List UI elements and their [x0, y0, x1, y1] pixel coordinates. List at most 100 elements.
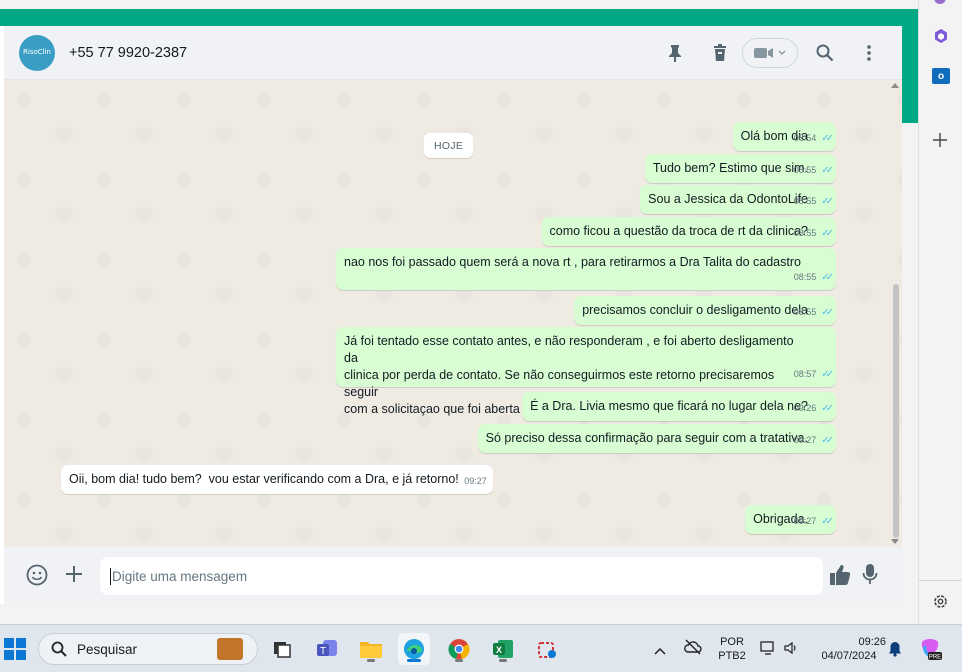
excel-icon[interactable]: X — [487, 633, 519, 665]
chevron-down-icon — [778, 50, 786, 55]
chrome-icon[interactable] — [443, 633, 475, 665]
network-icon[interactable] — [760, 640, 776, 661]
clock[interactable]: 09:26 04/07/2024 — [812, 635, 886, 663]
search-sidebar-icon[interactable] — [934, 0, 946, 4]
volume-icon[interactable] — [783, 640, 799, 661]
task-view-icon[interactable] — [266, 633, 298, 665]
avatar-label: RisoClin — [23, 48, 51, 56]
divider — [919, 580, 962, 581]
message-text: Sou a Jessica da OdontoLife — [648, 192, 808, 206]
edge-sidebar: o — [918, 0, 962, 624]
scroll-up-arrow[interactable] — [891, 83, 899, 88]
svg-text:X: X — [496, 645, 502, 655]
clock-date: 04/07/2024 — [821, 650, 877, 662]
cloud-off-icon[interactable] — [684, 639, 702, 660]
message-input-placeholder: Digite uma mensagem — [112, 568, 248, 584]
message-time: 08:55 — [793, 228, 817, 238]
language-indicator[interactable]: POR PTB2 — [712, 635, 752, 663]
trash-icon[interactable] — [709, 42, 731, 64]
read-ticks-icon: ✓✓ — [821, 165, 834, 176]
read-ticks-icon: ✓✓ — [821, 133, 834, 144]
message-out[interactable]: nao nos foi passado quem será a nova rt … — [336, 248, 836, 290]
message-text: Tudo bem? Estimo que sim. — [652, 161, 808, 175]
message-time: 08:55 — [793, 196, 817, 206]
search-icon[interactable] — [814, 42, 836, 64]
chat-header: RisoClin +55 77 9920-2387 — [4, 26, 902, 80]
message-time: 08:55 — [793, 165, 817, 175]
message-out[interactable]: Sou a Jessica da OdontoLife 08:55 ✓✓ — [640, 185, 836, 214]
message-out[interactable]: como ficou a questão da troca de rt da c… — [541, 217, 836, 246]
read-ticks-icon: ✓✓ — [821, 307, 834, 318]
message-list[interactable]: HOJE Olá bom dia 08:54 ✓✓ Tudo bem? Estim… — [4, 80, 902, 547]
thumbs-up-icon[interactable] — [829, 564, 851, 591]
scroll-down-arrow[interactable] — [891, 539, 899, 544]
keyboard-layout: PTB2 — [718, 650, 746, 662]
teams-icon[interactable]: T — [311, 633, 343, 665]
chat-window: RisoClin +55 77 9920-2387 HOJE Olá bom d… — [4, 26, 902, 604]
running-indicator — [367, 659, 375, 662]
search-icon — [51, 641, 67, 657]
svg-text:T: T — [320, 646, 326, 657]
read-ticks-icon: ✓✓ — [821, 228, 834, 239]
svg-text:PRE: PRE — [929, 655, 941, 661]
settings-gear-icon[interactable] — [932, 593, 949, 615]
message-time: 09:27 — [793, 516, 817, 526]
message-out[interactable]: Olá bom dia 08:54 ✓✓ — [732, 122, 836, 151]
message-text: como ficou a questão da troca de rt da c… — [549, 224, 808, 238]
message-time: 08:54 — [793, 133, 817, 143]
message-time: 09:27 — [793, 435, 817, 445]
text-caret — [110, 567, 111, 585]
video-icon — [754, 48, 773, 58]
message-text: nao nos foi passado quem será a nova rt … — [344, 255, 801, 269]
file-explorer-icon[interactable] — [355, 633, 387, 665]
read-ticks-icon: ✓✓ — [821, 403, 834, 414]
message-out[interactable]: Obrigada. 09:27 ✓✓ — [745, 505, 836, 534]
pin-icon[interactable] — [664, 42, 686, 64]
message-text: É a Dra. Livia mesmo que ficará no lugar… — [530, 399, 808, 413]
date-chip: HOJE — [424, 133, 474, 158]
message-out[interactable]: Só preciso dessa confirmação para seguir… — [477, 424, 836, 453]
snipping-tool-icon[interactable] — [531, 633, 563, 665]
briefcase-icon — [217, 638, 243, 660]
outlook-icon[interactable]: o — [932, 68, 950, 84]
read-ticks-icon: ✓✓ — [821, 516, 834, 527]
microphone-icon[interactable] — [862, 563, 878, 590]
avatar[interactable]: RisoClin — [19, 34, 55, 71]
message-text: Oii, bom dia! tudo bem? vou estar verifi… — [69, 472, 459, 486]
chevron-up-icon[interactable] — [654, 642, 666, 660]
contact-name[interactable]: +55 77 9920-2387 — [69, 45, 187, 61]
message-input[interactable]: Digite uma mensagem — [100, 557, 823, 595]
clock-time: 09:26 — [858, 636, 886, 648]
composer: Digite uma mensagem — [4, 547, 902, 604]
emoji-icon[interactable] — [26, 564, 48, 591]
read-ticks-icon: ✓✓ — [821, 435, 834, 446]
message-in[interactable]: Oii, bom dia! tudo bem? vou estar verifi… — [61, 465, 493, 494]
message-out[interactable]: precisamos concluir o desligamento dela … — [574, 296, 836, 325]
taskbar-search[interactable]: Pesquisar — [38, 633, 258, 665]
message-time: 08:55 — [793, 272, 817, 282]
attach-plus-icon[interactable] — [65, 565, 83, 588]
message-time: 08:57 — [793, 369, 817, 379]
menu-icon[interactable] — [858, 42, 880, 64]
read-ticks-icon: ✓✓ — [821, 272, 834, 283]
message-time: 09:27 — [464, 476, 487, 486]
taskbar-search-placeholder: Pesquisar — [77, 641, 138, 657]
edge-browser-icon[interactable] — [398, 633, 430, 665]
message-out[interactable]: Já foi tentado esse contato antes, e não… — [336, 327, 836, 416]
read-ticks-icon: ✓✓ — [821, 369, 834, 380]
notification-bell-icon[interactable] — [888, 641, 902, 662]
message-time: 08:55 — [793, 307, 817, 317]
windows-start-icon[interactable] — [4, 638, 26, 665]
copilot-icon[interactable] — [933, 28, 949, 49]
running-indicator — [455, 659, 463, 662]
video-call-button[interactable] — [742, 38, 798, 68]
message-out[interactable]: Tudo bem? Estimo que sim. 08:55 ✓✓ — [644, 154, 836, 183]
scrollbar-thumb[interactable] — [893, 284, 899, 538]
message-time: 09:26 — [793, 403, 817, 413]
copilot-pre-icon[interactable]: PRE — [918, 637, 942, 666]
message-text: precisamos concluir o desligamento dela — [582, 303, 808, 317]
active-indicator — [407, 659, 421, 662]
add-icon[interactable] — [933, 133, 947, 152]
language-code: POR — [720, 636, 744, 648]
message-out[interactable]: É a Dra. Livia mesmo que ficará no lugar… — [522, 392, 836, 421]
